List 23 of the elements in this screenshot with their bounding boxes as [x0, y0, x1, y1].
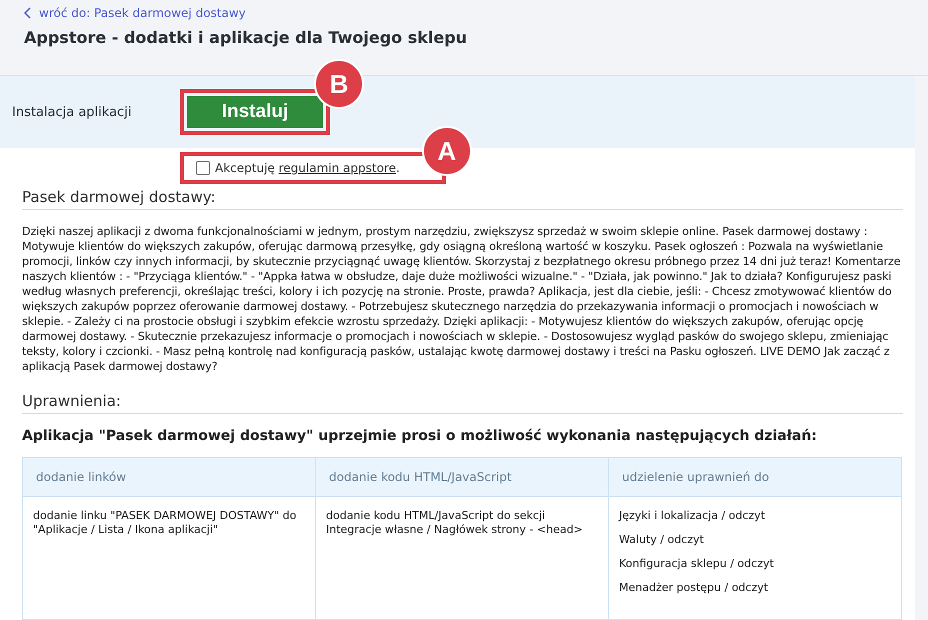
annotation-badge: A	[422, 126, 472, 176]
install-label: Instalacja aplikacji	[12, 104, 132, 120]
table-cell-text: Menadżer postępu / odczyt	[619, 581, 770, 595]
table-cell-text: Konfiguracja sklepu / odczyt	[619, 557, 775, 571]
terms-link[interactable]: regulamin appstore	[278, 161, 396, 175]
column-header: dodanie linków	[22, 458, 316, 496]
install-button[interactable]: Instaluj	[187, 96, 323, 128]
permissions-request-text: Aplikacja "Pasek darmowej dostawy" uprzejmie prosi o możliwość wykonania następujących działań:	[22, 428, 818, 444]
terms-text: Akceptuję regulamin appstore.	[215, 161, 400, 175]
table-cell-text: dodanie linku "PASEK DARMOWEJ DOSTAWY" do "Aplikacje / Lista / Ikona aplikacji"	[33, 509, 298, 537]
back-link[interactable]: wróć do: Pasek darmowej dostawy	[24, 6, 246, 20]
table-cell-text: Waluty / odczyt	[619, 533, 705, 547]
description-text: Dzięki naszej aplikacji z dwoma funkcjonalnościami w jednym, prostym narzędziu, zwiększysz sprzedaż w swoim sklepie online. Pasek darmowej dostawy : Motywuje klientów do większych zakupów, oferując darmową przesyłkę, gdy osiągną określoną wartość w koszyku. Pasek ogłoszeń : Pozwala na wyświetlanie promocji, linków czy innych informacji, by skutecznie przyciągnąć uwagę klientów. Skorzystaj z bezpłatnego okresu próbnego przez 14 dni już teraz! Komentarze naszych klientów : - "Przyciąga klientów." - "Appka łatwa w obsłudze, daje duże możliwości wizualne." - "Działa, jak powinno." Jak to działa? Konfigurujesz paski według własnych preferencji, określając treści, kolory i ich pozycję na stronie. Proste, prawda? Aplikacja, jest dla ciebie, jeśli: - Chcesz zmotywować klientów do większych zakupów poprzez oferowanie darmowej dostawy. - Potrzebujesz skutecznego narzędzia do przekazywania informacji o promocjach i nowościach w sklepie. - Zależy ci na prostocie obsługi i szybkim efekcie wzrostu sprzedaży. Dzięki aplikacji: - Motywujesz klientów do większych zakupów, oferując opcję darmowej dostawy. - Skutecznie przekazujesz informacje o promocjach i nowościach w sklepie. - Dostosowujesz wygląd pasków do swojego sklepu, zmieniając teksty, kolory i czcionki. - Masz pełną kontrolę nad konfiguracją pasków, ustalając kwotę darmowej dostawy i treści na Pasku ogłoszeń. LIVE DEMO Jak zacząć z aplikacją Pasek darmowej dostawy?	[22, 224, 902, 374]
chevron-left-icon	[24, 7, 31, 19]
section-heading: Uprawnienia:	[22, 392, 903, 414]
page-title: Appstore - dodatki i aplikacje dla Twojego sklepu	[24, 28, 468, 47]
table-cell-text: dodanie kodu HTML/JavaScript do sekcji Integracje własne / Nagłówek strony - <head>	[326, 509, 584, 537]
checkbox[interactable]	[196, 161, 210, 175]
column-header: dodanie kodu HTML/JavaScript	[316, 458, 608, 496]
section-heading: Pasek darmowej dostawy:	[22, 188, 903, 210]
column-header: udzielenie uprawnień do	[608, 458, 902, 496]
table-cell-text: Języki i lokalizacja / odczyt	[619, 509, 766, 523]
annotation-badge: B	[314, 59, 364, 109]
